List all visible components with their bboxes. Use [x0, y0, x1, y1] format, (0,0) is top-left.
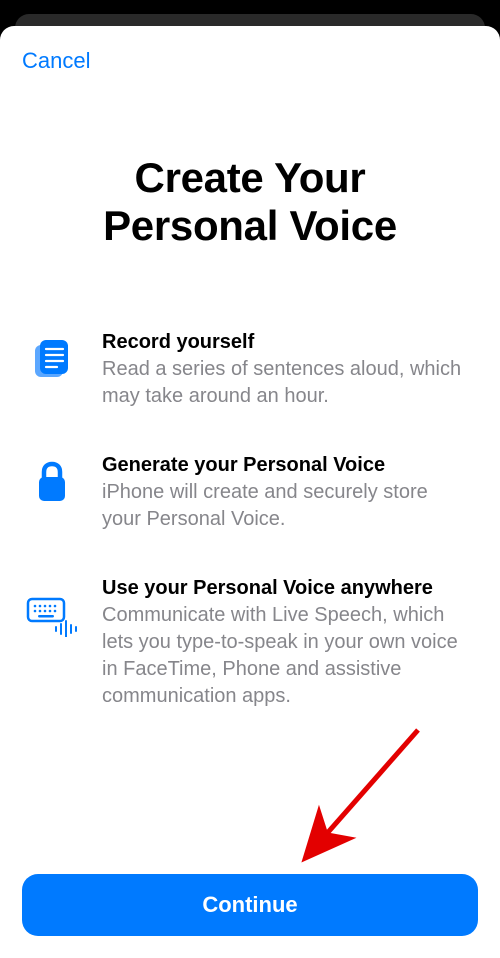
- feature-desc: Communicate with Live Speech, which lets…: [102, 602, 472, 710]
- onboarding-sheet: Cancel Create Your Personal Voice Record…: [0, 26, 500, 958]
- feature-anywhere: Use your Personal Voice anywhere Communi…: [24, 577, 472, 710]
- keyboard-voice-icon: [24, 577, 80, 637]
- feature-record: Record yourself Read a series of sentenc…: [24, 331, 472, 410]
- document-stack-icon: [24, 331, 80, 379]
- feature-desc: iPhone will create and securely store yo…: [102, 479, 472, 533]
- sheet-header: Cancel: [0, 26, 500, 74]
- feature-title: Generate your Personal Voice: [102, 454, 472, 477]
- feature-desc: Read a series of sentences aloud, which …: [102, 356, 472, 410]
- page-title: Create Your Personal Voice: [0, 154, 500, 251]
- lock-icon: [24, 454, 80, 504]
- feature-list: Record yourself Read a series of sentenc…: [0, 331, 500, 710]
- feature-title: Record yourself: [102, 331, 472, 354]
- cancel-button[interactable]: Cancel: [22, 48, 90, 74]
- feature-generate: Generate your Personal Voice iPhone will…: [24, 454, 472, 533]
- continue-button[interactable]: Continue: [22, 874, 478, 936]
- feature-text: Use your Personal Voice anywhere Communi…: [102, 577, 472, 710]
- feature-text: Record yourself Read a series of sentenc…: [102, 331, 472, 410]
- feature-title: Use your Personal Voice anywhere: [102, 577, 472, 600]
- feature-text: Generate your Personal Voice iPhone will…: [102, 454, 472, 533]
